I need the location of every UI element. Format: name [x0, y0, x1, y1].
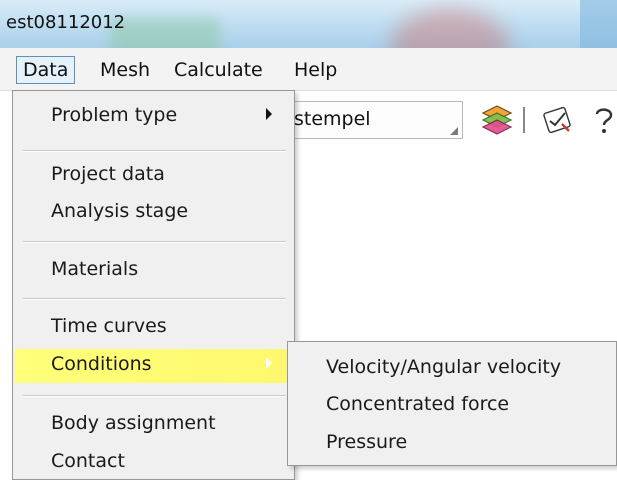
resize-grip-icon [450, 127, 458, 135]
menu-item-label: Conditions [51, 353, 152, 375]
menu-divider [23, 395, 286, 397]
menu-divider [23, 298, 286, 300]
conditions-submenu: Velocity/Angular velocity Concentrated f… [287, 341, 617, 466]
problem-type-combo[interactable]: stempel [281, 101, 463, 139]
submenu-item-concentrated-force[interactable]: Concentrated force [290, 387, 612, 421]
title-bar-background-decoration [580, 0, 617, 48]
title-bar-background-decoration [390, 8, 510, 48]
menu-item-label: Time curves [51, 315, 167, 337]
title-bar: est08112012 [0, 0, 617, 48]
submenu-arrow-icon [266, 108, 272, 120]
submenu-item-label: Velocity/Angular velocity [326, 356, 562, 378]
menu-bar: Data Mesh Calculate Help [0, 48, 617, 91]
menu-item-problem-type[interactable]: Problem type [15, 100, 292, 134]
help-icon[interactable] [592, 105, 616, 135]
title-bar-background-decoration [110, 18, 220, 48]
menu-item-body-assignment[interactable]: Body assignment [15, 408, 292, 442]
menu-calculate[interactable]: Calculate [168, 57, 269, 83]
menu-data[interactable]: Data [16, 56, 76, 84]
menu-item-analysis-stage[interactable]: Analysis stage [15, 196, 292, 230]
workspace-area [0, 147, 12, 480]
window-title: est08112012 [6, 12, 126, 33]
layers-icon[interactable] [480, 103, 514, 137]
menu-divider [23, 150, 286, 152]
toolbar-separator [523, 107, 525, 133]
menu-item-conditions[interactable]: Conditions [15, 349, 292, 383]
menu-item-label: Materials [51, 258, 139, 280]
menu-item-materials[interactable]: Materials [15, 254, 292, 288]
menu-help[interactable]: Help [288, 57, 343, 83]
menu-item-time-curves[interactable]: Time curves [15, 311, 292, 345]
menu-mesh[interactable]: Mesh [94, 57, 156, 83]
submenu-item-label: Concentrated force [326, 393, 510, 415]
menu-item-label: Contact [51, 450, 125, 472]
menu-item-label: Problem type [51, 104, 178, 126]
submenu-item-pressure[interactable]: Pressure [290, 425, 612, 459]
checklist-icon[interactable] [540, 104, 574, 136]
submenu-item-label: Pressure [326, 431, 408, 453]
menu-item-label: Analysis stage [51, 200, 189, 222]
menu-item-contact[interactable]: Contact [15, 446, 292, 479]
combo-value: stempel [294, 108, 371, 130]
menu-item-label: Body assignment [51, 412, 216, 434]
menu-item-label: Project data [51, 163, 165, 185]
menu-divider [23, 241, 286, 243]
submenu-item-velocity[interactable]: Velocity/Angular velocity [290, 350, 612, 384]
submenu-arrow-icon [266, 357, 272, 369]
data-menu-dropdown: Problem type Project data Analysis stage… [12, 90, 295, 480]
menu-item-project-data[interactable]: Project data [15, 159, 292, 193]
